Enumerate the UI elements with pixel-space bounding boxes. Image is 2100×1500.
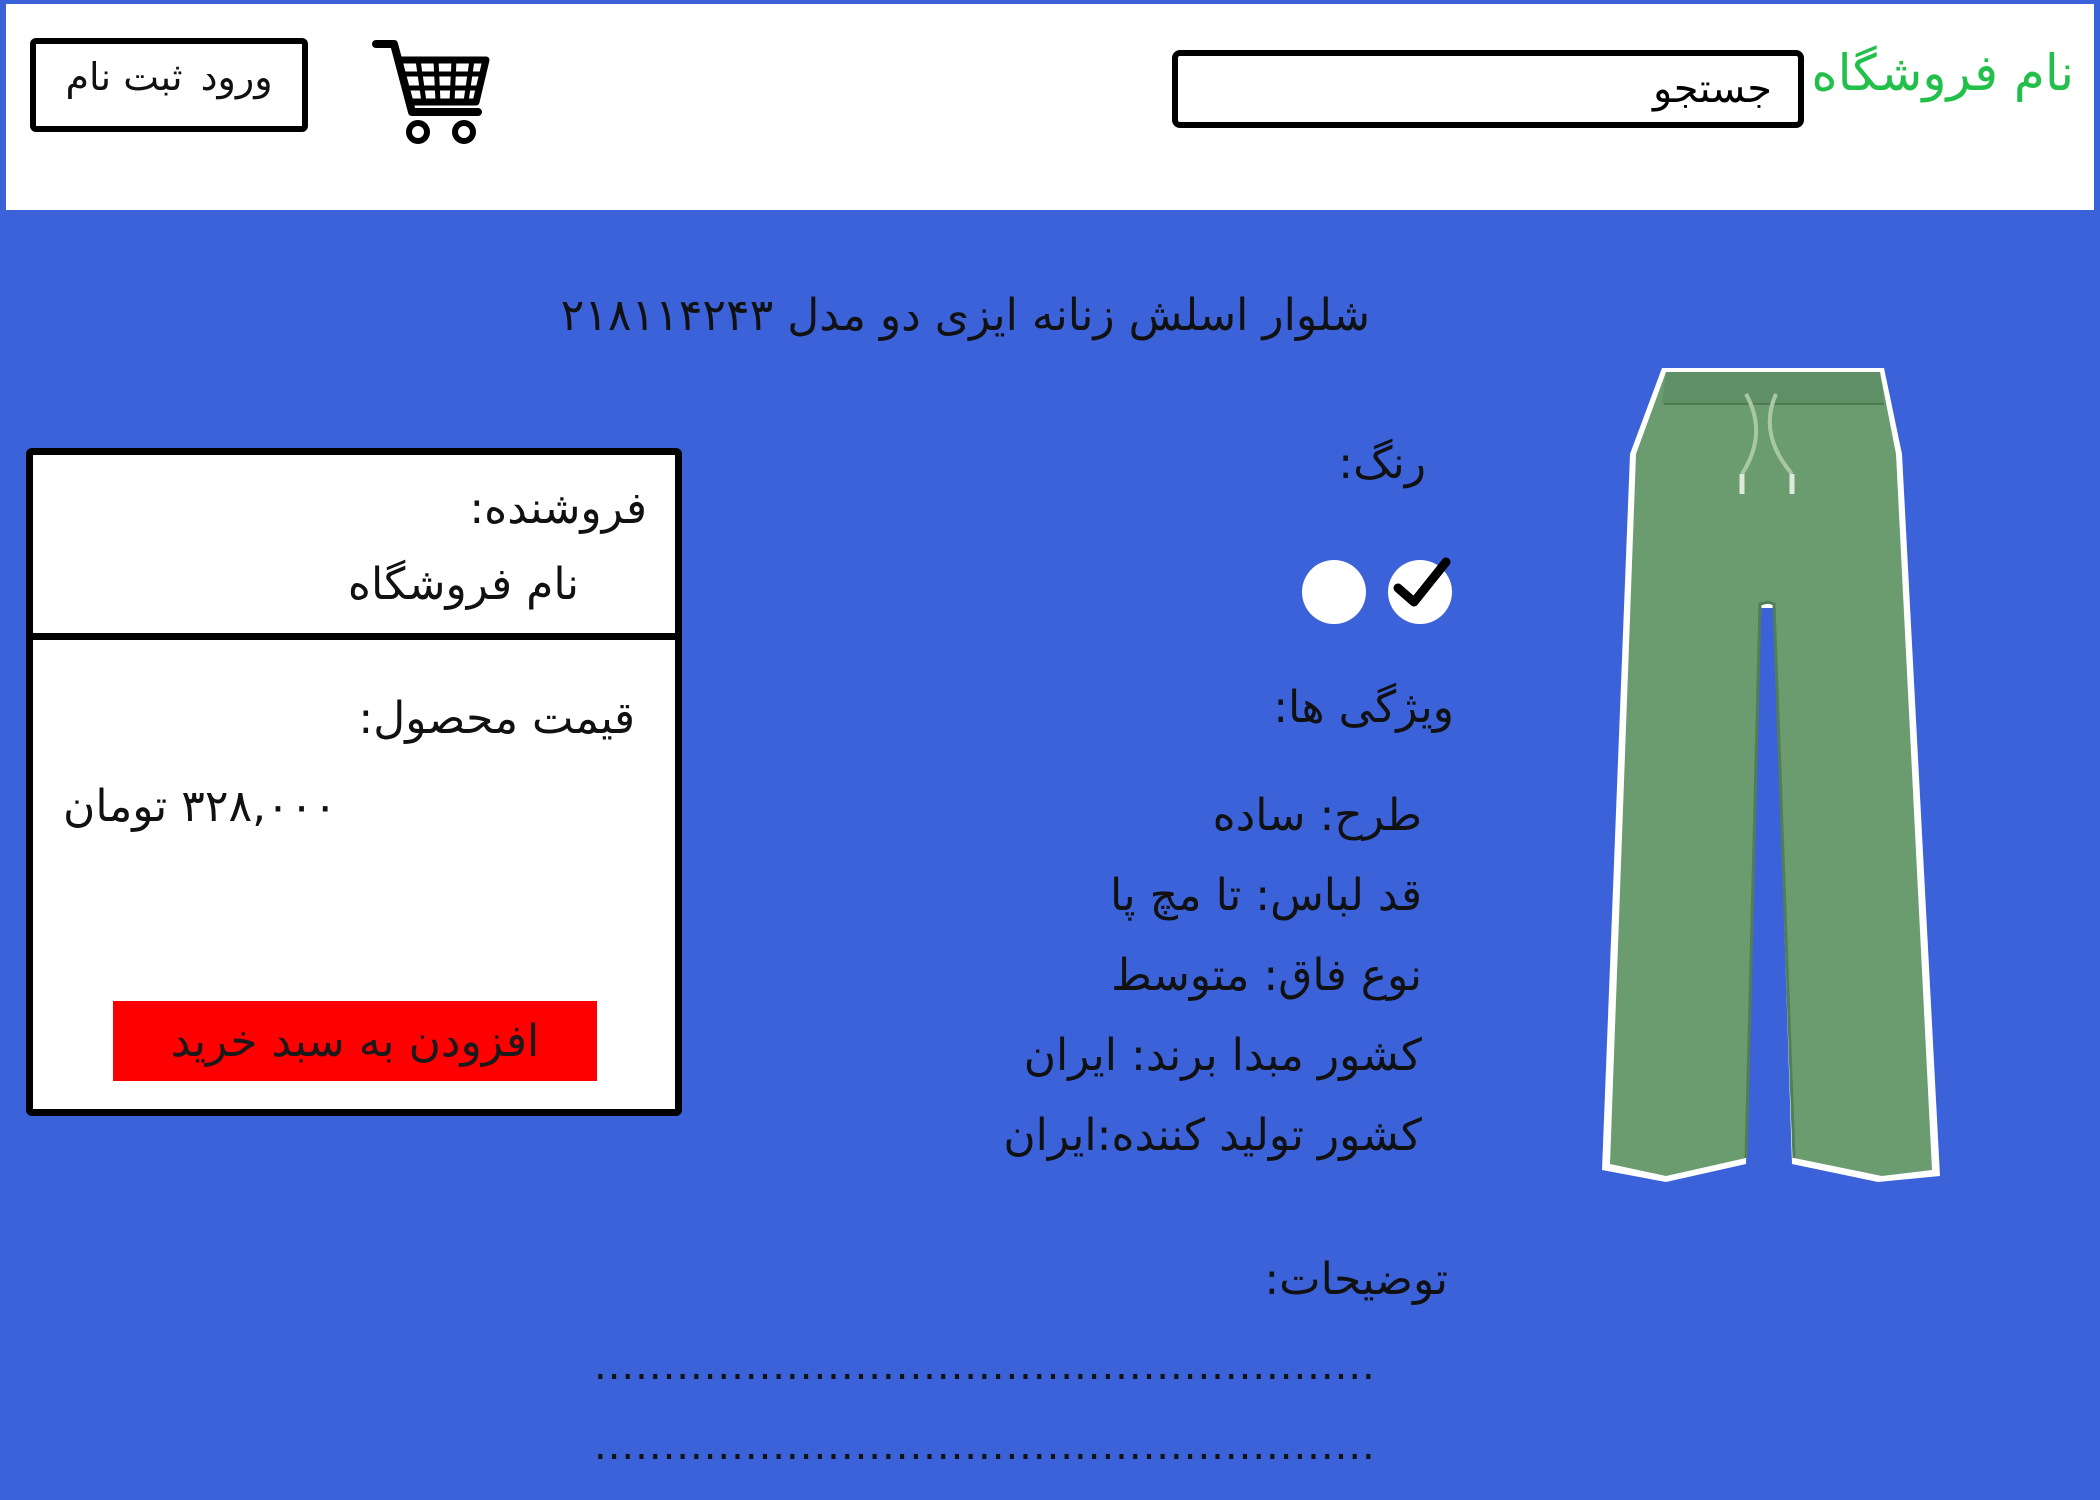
register-link[interactable]: ثبت نام: [65, 55, 182, 99]
product-title: شلوار اسلش زنانه ایزی دو مدل ۲۱۸۱۱۴۲۴۳: [560, 290, 1370, 341]
spec-rise: نوع فاق: متوسط: [1111, 950, 1422, 1001]
color-swatch-white[interactable]: [1302, 560, 1366, 624]
spec-design: طرح: ساده: [1212, 790, 1422, 841]
color-label: رنگ:: [1338, 438, 1426, 489]
product-image: [1602, 368, 1940, 1182]
price-value: ۳۲۸,۰۰۰ تومان: [63, 781, 338, 832]
description-label: توضیحات:: [1264, 1254, 1448, 1305]
description-line: ........................................…: [594, 1346, 1380, 1386]
panel-divider: [33, 633, 675, 640]
color-swatch-green[interactable]: [1388, 557, 1452, 624]
price-label: قیمت محصول:: [358, 693, 635, 744]
login-link[interactable]: ورود: [201, 55, 273, 99]
purchase-panel: فروشنده: نام فروشگاه قیمت محصول: ۳۲۸,۰۰۰…: [26, 448, 682, 1116]
seller-name[interactable]: نام فروشگاه: [348, 559, 579, 610]
spec-manufacturer-country: کشور تولید کننده:ایران: [1003, 1110, 1422, 1161]
spec-brand-country: کشور مبدا برند: ایران: [1023, 1030, 1422, 1081]
seller-label: فروشنده:: [469, 483, 647, 534]
header: نام فروشگاه ورود ثبت نام: [6, 4, 2094, 210]
spec-length: قد لباس: تا مچ پا: [1110, 870, 1422, 921]
features-label: ویژگی ها:: [1273, 682, 1454, 733]
checkmark-icon: [1393, 557, 1451, 607]
search-box[interactable]: [1172, 50, 1804, 128]
auth-box: ورود ثبت نام: [30, 38, 308, 132]
store-name[interactable]: نام فروشگاه: [1811, 44, 2074, 102]
description-line: ........................................…: [594, 1426, 1380, 1466]
search-input[interactable]: [1178, 56, 1798, 122]
shopping-cart-icon[interactable]: [372, 38, 490, 150]
add-to-cart-button[interactable]: افزودن به سبد خرید: [113, 1001, 597, 1081]
